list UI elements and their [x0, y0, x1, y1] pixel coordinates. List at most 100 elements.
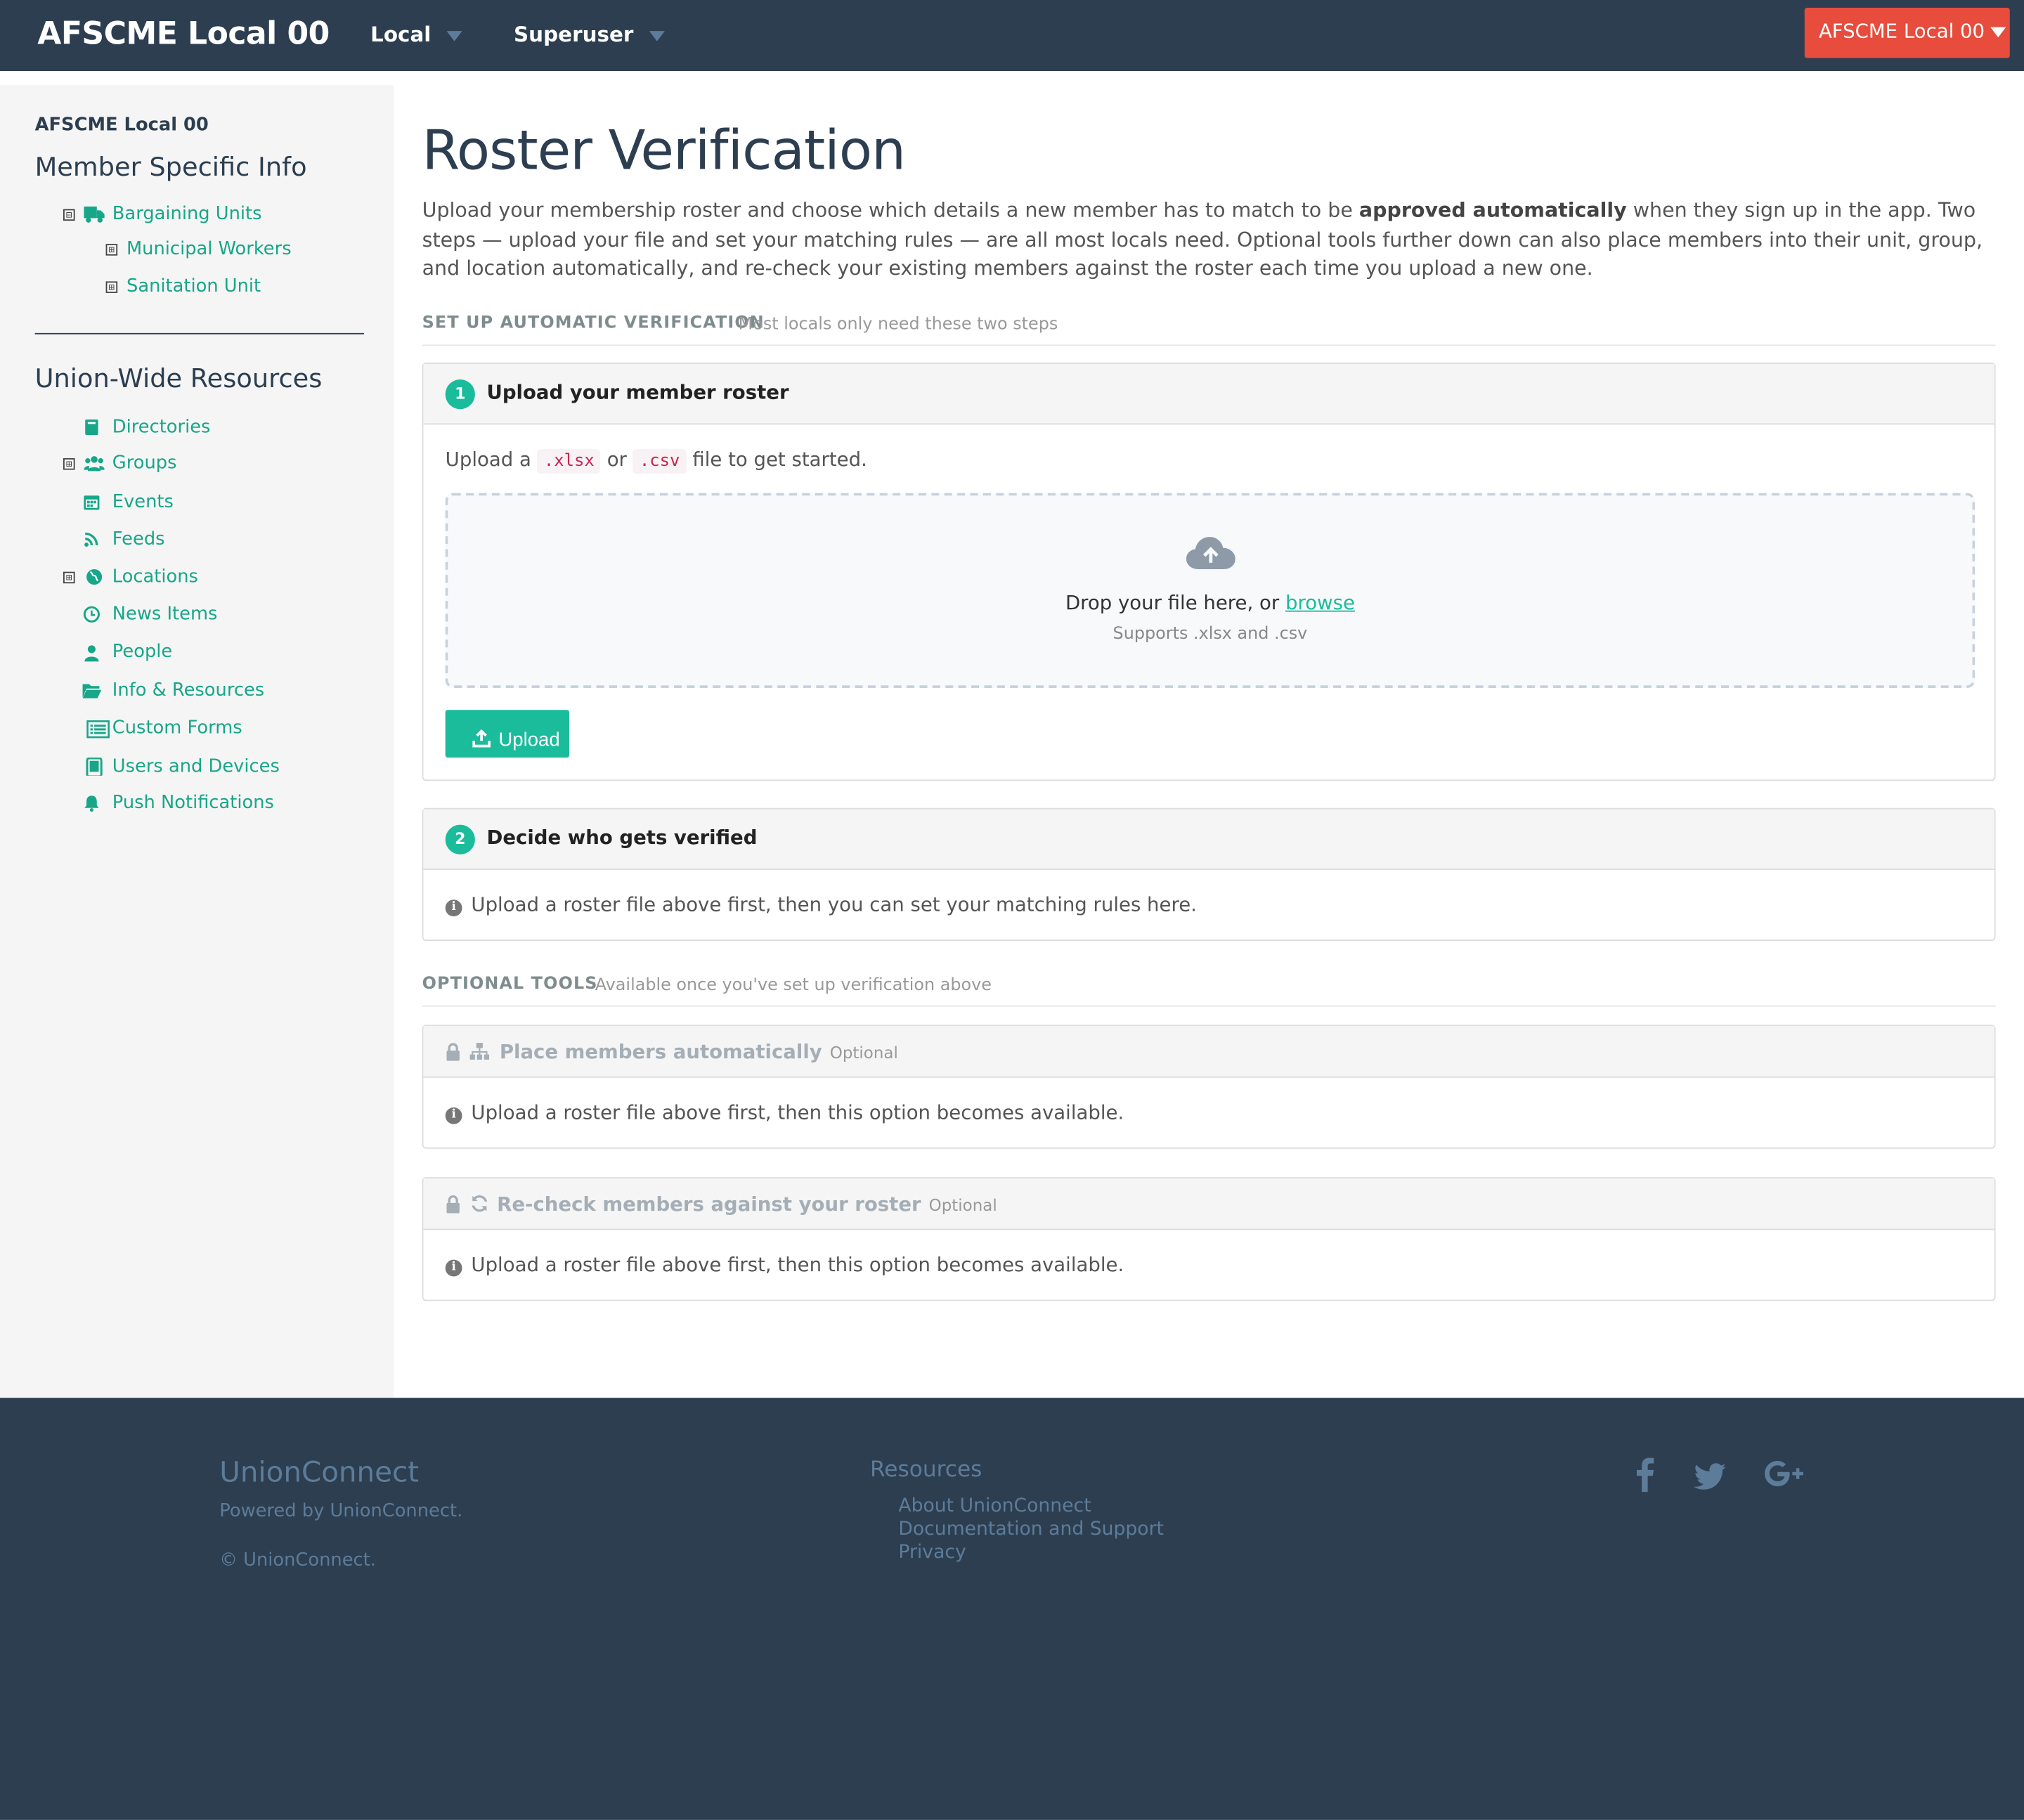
book-icon: [85, 419, 98, 435]
folder-open-icon: [82, 684, 102, 698]
facebook-icon[interactable]: [1634, 1456, 1654, 1493]
rss-icon: [84, 532, 98, 547]
tablet-icon: [86, 758, 103, 776]
step2-card: 2 Decide who gets verified i Upload a ros…: [422, 807, 1996, 941]
section-desc-setup: Most locals only need these two steps: [738, 315, 1058, 334]
ext-csv: .csv: [632, 449, 687, 474]
step2-header: 2 Decide who gets verified: [423, 809, 1994, 870]
sidebar-item-events[interactable]: Events: [112, 492, 174, 512]
step1-number-badge: 1: [445, 379, 475, 410]
sidebar-item-custom-forms[interactable]: Custom Forms: [112, 717, 242, 738]
sidebar-item-people[interactable]: People: [112, 642, 172, 662]
prompt-text: Upload a: [445, 448, 531, 472]
dropzone-text: Drop your file here, or browse: [448, 591, 1972, 614]
google-plus-icon[interactable]: [1765, 1456, 1806, 1492]
cloud-upload-icon: [1186, 537, 1235, 570]
tool1-title-text: Place members automatically: [499, 1040, 822, 1064]
info-icon: i: [445, 899, 462, 917]
sidebar-item-news-items[interactable]: News Items: [112, 604, 218, 625]
footer-link-privacy[interactable]: Privacy: [898, 1542, 966, 1563]
tool1-title: Place members automatically Optional: [500, 1040, 898, 1063]
page-title: Roster Verification: [422, 118, 906, 182]
users-icon: [84, 456, 105, 472]
collapse-toggle-icon[interactable]: ⊟: [63, 209, 75, 221]
sidebar-item-push-notifications[interactable]: Push Notifications: [112, 793, 274, 813]
org-switcher-label: AFSCME Local 00: [1818, 19, 1985, 43]
org-switcher-button[interactable]: AFSCME Local 00: [1804, 8, 2010, 58]
nav-menu-local[interactable]: Local: [370, 22, 462, 46]
section-key-optional: OPTIONAL TOOLS: [422, 974, 598, 994]
expand-toggle-icon[interactable]: ⊞: [63, 571, 75, 584]
sidebar: AFSCME Local 00 Member Specific Info ⊟ B…: [0, 85, 394, 1398]
optional-tag: Optional: [829, 1043, 898, 1062]
nav-menu-superuser-label: Superuser: [514, 22, 634, 47]
sidebar-item-bargaining-units[interactable]: Bargaining Units: [112, 204, 262, 224]
sidebar-item-sanitation-unit[interactable]: Sanitation Unit: [126, 276, 261, 297]
nav-menu-local-label: Local: [370, 22, 432, 47]
footer-powered: Powered by UnionConnect.: [219, 1501, 463, 1522]
section-header-optional: OPTIONAL TOOLS Available once you've set…: [422, 959, 1996, 1007]
prompt-text-end: file to get started.: [692, 448, 867, 472]
footer-copyright: © UnionConnect.: [219, 1549, 376, 1571]
twitter-icon[interactable]: [1693, 1456, 1727, 1492]
truck-icon: [84, 206, 105, 223]
step2-info: i Upload a roster file above first, then …: [445, 893, 1197, 917]
sidebar-item-users-devices[interactable]: Users and Devices: [112, 756, 280, 776]
sidebar-item-feeds[interactable]: Feeds: [112, 529, 165, 550]
tool2-info: i Upload a roster file above first, then …: [445, 1253, 1124, 1277]
step2-info-text: Upload a roster file above first, then y…: [471, 893, 1197, 917]
tool1-info-text: Upload a roster file above first, then t…: [471, 1100, 1124, 1124]
browse-link[interactable]: browse: [1285, 591, 1355, 614]
section-desc-optional: Available once you've set up verificatio…: [595, 975, 992, 996]
file-dropzone[interactable]: Drop your file here, or browse Supports …: [445, 493, 1976, 688]
sidebar-item-groups[interactable]: Groups: [112, 453, 177, 474]
intro-bold: approved automatically: [1358, 198, 1627, 222]
tool1-header: Place members automatically Optional: [423, 1026, 1994, 1078]
upload-button[interactable]: Upload: [445, 710, 570, 758]
tool2-header: Re-check members against your roster Opti…: [423, 1178, 1994, 1230]
sidebar-org-name: AFSCME Local 00: [34, 115, 209, 136]
sidebar-item-municipal-workers[interactable]: Municipal Workers: [126, 239, 292, 259]
step1-title: Upload your member roster: [486, 380, 789, 404]
tool2-title: Re-check members against your roster Opti…: [497, 1192, 997, 1216]
ext-xlsx: .xlsx: [537, 449, 601, 474]
tool-place-members-card: Place members automatically Optional i Upl…: [422, 1025, 1996, 1149]
bell-icon: [84, 795, 99, 812]
member-info-heading: Member Specific Info: [34, 150, 307, 182]
sitemap-icon: [469, 1043, 490, 1060]
tool2-title-text: Re-check members against your roster: [497, 1192, 921, 1216]
sidebar-item-directories[interactable]: Directories: [112, 417, 211, 437]
step2-title: Decide who gets verified: [486, 826, 758, 850]
section-key-setup: SET UP AUTOMATIC VERIFICATION: [422, 313, 765, 333]
step1-header: 1 Upload your member roster: [423, 363, 1994, 425]
footer-link-docs[interactable]: Documentation and Support: [898, 1519, 1164, 1540]
footer-brand: UnionConnect: [219, 1457, 420, 1490]
caret-down-icon: [1990, 26, 2006, 37]
section-header-setup: SET UP AUTOMATIC VERIFICATION Most local…: [422, 298, 1996, 346]
footer-resources-heading: Resources: [869, 1457, 982, 1483]
footer-link-about[interactable]: About UnionConnect: [898, 1496, 1091, 1516]
sidebar-item-locations[interactable]: Locations: [112, 566, 198, 587]
step1-prompt: Upload a .xlsx or .csv file to get start…: [445, 448, 867, 474]
sidebar-item-info-resources[interactable]: Info & Resources: [112, 680, 264, 701]
footer: UnionConnect Powered by UnionConnect. © …: [0, 1398, 2024, 1820]
tool-recheck-card: Re-check members against your roster Opti…: [422, 1177, 1996, 1301]
refresh-icon: [472, 1195, 488, 1212]
navbar-brand[interactable]: AFSCME Local 00: [37, 15, 330, 51]
lock-icon: [446, 1195, 460, 1214]
union-resources-heading: Union-Wide Resources: [34, 363, 323, 394]
expand-toggle-icon[interactable]: ⊞: [63, 458, 75, 470]
expand-toggle-icon[interactable]: ⊞: [105, 244, 118, 256]
nav-menu-superuser[interactable]: Superuser: [514, 22, 665, 47]
step2-number-badge: 2: [445, 824, 475, 854]
expand-toggle-icon[interactable]: ⊞: [105, 281, 118, 293]
globe-icon: [86, 569, 103, 585]
caret-down-icon: [446, 30, 462, 41]
dropzone-subtext: Supports .xlsx and .csv: [1112, 624, 1308, 644]
prompt-or: or: [606, 448, 627, 472]
intro-text-a: Upload your membership roster and choose…: [422, 198, 1359, 222]
info-icon: i: [445, 1107, 462, 1124]
info-icon: i: [445, 1259, 462, 1277]
drop-text: Drop your file here, or: [1065, 591, 1280, 615]
step1-card: 1 Upload your member roster Upload a .xl…: [422, 363, 1996, 781]
